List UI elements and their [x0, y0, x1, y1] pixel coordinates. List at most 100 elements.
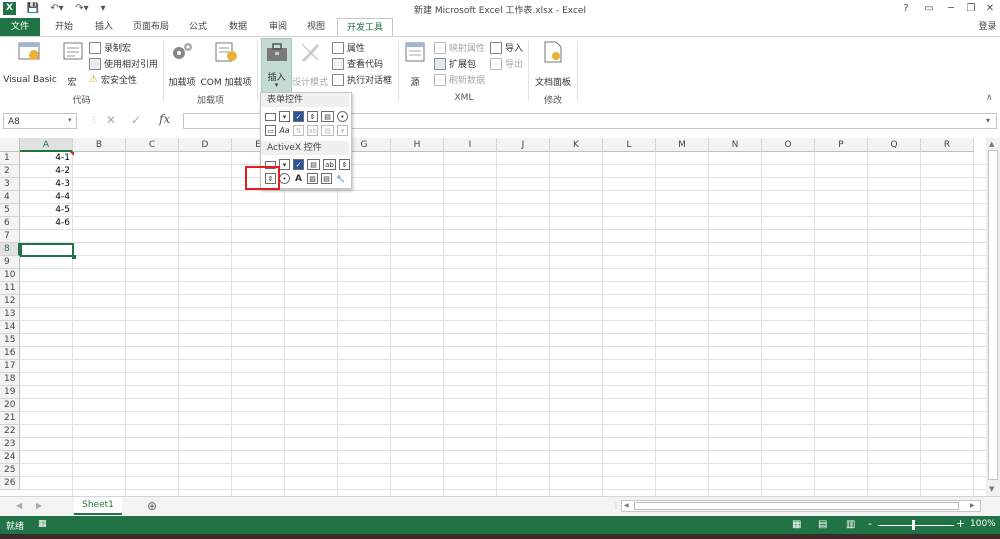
row-header[interactable]: 21 [0, 412, 20, 425]
row-header[interactable]: 7 [0, 230, 20, 243]
row-header[interactable]: 4 [0, 191, 20, 204]
login-link[interactable]: 登录 [975, 18, 1000, 36]
relative-reference-button[interactable]: 使用相对引用 [89, 57, 158, 70]
column-header[interactable]: K [550, 138, 603, 152]
activex-list-box-icon[interactable]: ▤ [307, 159, 320, 170]
row-header[interactable]: 20 [0, 399, 20, 412]
row-header[interactable]: 12 [0, 295, 20, 308]
activex-toggle-button-icon[interactable]: ▤ [321, 173, 332, 184]
vertical-scroll-thumb[interactable] [988, 150, 998, 480]
column-header[interactable]: L [603, 138, 656, 152]
row-header[interactable]: 3 [0, 178, 20, 191]
addins-button[interactable]: 加载项 [167, 39, 197, 88]
row-header[interactable]: 17 [0, 360, 20, 373]
scroll-left-icon[interactable]: ◀ [624, 502, 629, 509]
ribbon-display-icon[interactable]: ▭ [918, 0, 940, 17]
combo-box-control-icon[interactable]: ▾ [279, 111, 290, 122]
combo-list-control-icon[interactable]: ▤ [321, 125, 334, 136]
column-header[interactable]: P [815, 138, 868, 152]
cell-a2[interactable]: 4-2 [20, 165, 73, 178]
expand-formula-icon[interactable]: ▾ [986, 116, 990, 125]
tab-page-layout[interactable]: 页面布局 [128, 18, 174, 36]
activex-label-icon[interactable]: A [293, 173, 304, 184]
row-header[interactable]: 14 [0, 321, 20, 334]
column-header[interactable]: Q [868, 138, 921, 152]
tab-insert[interactable]: 插入 [88, 18, 120, 36]
column-header[interactable]: M [656, 138, 709, 152]
enter-entry-button[interactable]: ✓ [131, 113, 141, 127]
row-header[interactable]: 24 [0, 451, 20, 464]
column-header[interactable]: B [73, 138, 126, 152]
button-control-icon[interactable] [265, 113, 276, 121]
row-header[interactable]: 1 [0, 152, 20, 165]
activex-checkbox-icon[interactable]: ✓ [293, 159, 304, 170]
row-header[interactable]: 18 [0, 373, 20, 386]
sheet-options-icon[interactable]: ⋮ [612, 501, 620, 510]
cell-a6[interactable]: 4-6 [20, 217, 73, 230]
zoom-in-button[interactable]: + [956, 517, 965, 530]
run-dialog-button[interactable]: 执行对话框 [332, 73, 392, 86]
export-button[interactable]: 导出 [490, 57, 523, 70]
spin-button-control-icon[interactable]: ⇕ [307, 111, 318, 122]
cell-a5[interactable]: 4-5 [20, 204, 73, 217]
insert-control-button[interactable]: 插入 ▾ [261, 38, 292, 94]
select-all-corner[interactable] [0, 138, 20, 152]
xml-source-button[interactable]: 源 [402, 39, 428, 88]
map-properties-button[interactable]: 映射属性 [434, 41, 485, 54]
tab-formulas[interactable]: 公式 [182, 18, 214, 36]
activex-image-icon[interactable]: ▨ [307, 173, 318, 184]
page-break-view-icon[interactable]: ▥ [846, 519, 855, 530]
tab-developer[interactable]: 开发工具 [337, 18, 393, 37]
activex-combo-box-icon[interactable]: ▾ [279, 159, 290, 170]
fill-handle[interactable] [72, 255, 76, 259]
cell-a1[interactable]: 4-1 [20, 152, 73, 165]
close-button[interactable]: ✕ [979, 0, 1000, 17]
minimize-button[interactable]: ─ [940, 0, 962, 17]
row-header[interactable]: 11 [0, 282, 20, 295]
list-box-control-icon[interactable]: ▤ [321, 111, 334, 122]
activex-text-box-icon[interactable]: ab [323, 159, 336, 170]
row-header[interactable]: 8 [0, 243, 20, 256]
column-header[interactable]: H [391, 138, 444, 152]
column-header[interactable]: O [762, 138, 815, 152]
column-header[interactable]: R [921, 138, 974, 152]
activex-option-button-icon[interactable]: • [279, 173, 290, 184]
checkbox-control-icon[interactable]: ✓ [293, 111, 304, 122]
tab-review[interactable]: 审阅 [262, 18, 294, 36]
label-control-icon[interactable]: Aa [279, 125, 290, 136]
prev-sheet-icon[interactable]: ◀ [16, 501, 22, 510]
row-header[interactable]: 19 [0, 386, 20, 399]
row-header[interactable]: 6 [0, 217, 20, 230]
add-sheet-button[interactable]: ⊕ [147, 499, 157, 513]
cancel-entry-button[interactable]: ✕ [106, 113, 116, 127]
design-mode-button[interactable]: 设计模式 [292, 39, 328, 88]
vertical-scrollbar[interactable]: ▲ ▼ [986, 138, 1000, 496]
group-box-control-icon[interactable]: ▭ [265, 125, 276, 136]
column-header[interactable]: A [20, 138, 73, 152]
activex-scroll-bar-icon[interactable]: ⇕ [339, 159, 350, 170]
worksheet-grid[interactable]: ABCDEFGHIJKLMNOPQR 123456789101112131415… [0, 138, 986, 496]
visual-basic-button[interactable]: Visual Basic [3, 39, 57, 85]
column-header[interactable]: C [126, 138, 179, 152]
next-sheet-icon[interactable]: ▶ [36, 501, 42, 510]
scroll-right-icon[interactable]: ▶ [970, 502, 975, 509]
row-header[interactable]: 25 [0, 464, 20, 477]
macro-record-icon[interactable]: ▦ [38, 519, 47, 529]
zoom-level[interactable]: 100% [970, 519, 996, 529]
tab-file[interactable]: 文件 [0, 18, 40, 36]
import-button[interactable]: 导入 [490, 41, 523, 54]
cell-a4[interactable]: 4-4 [20, 191, 73, 204]
view-code-button[interactable]: 查看代码 [332, 57, 383, 70]
row-header[interactable]: 16 [0, 347, 20, 360]
zoom-slider-track[interactable] [878, 525, 954, 526]
zoom-out-button[interactable]: - [868, 517, 872, 530]
cell-a3[interactable]: 4-3 [20, 178, 73, 191]
combo-dropdown-control-icon[interactable]: ▾ [337, 125, 348, 136]
tab-view[interactable]: 视图 [300, 18, 332, 36]
refresh-data-button[interactable]: 刷新数据 [434, 73, 485, 86]
macro-button[interactable]: 宏 [60, 39, 84, 88]
collapse-ribbon-icon[interactable]: ∧ [986, 93, 993, 103]
column-header[interactable]: I [444, 138, 497, 152]
scroll-bar-control-icon[interactable]: ⇅ [293, 125, 304, 136]
text-field-control-icon[interactable]: ab [307, 125, 318, 136]
